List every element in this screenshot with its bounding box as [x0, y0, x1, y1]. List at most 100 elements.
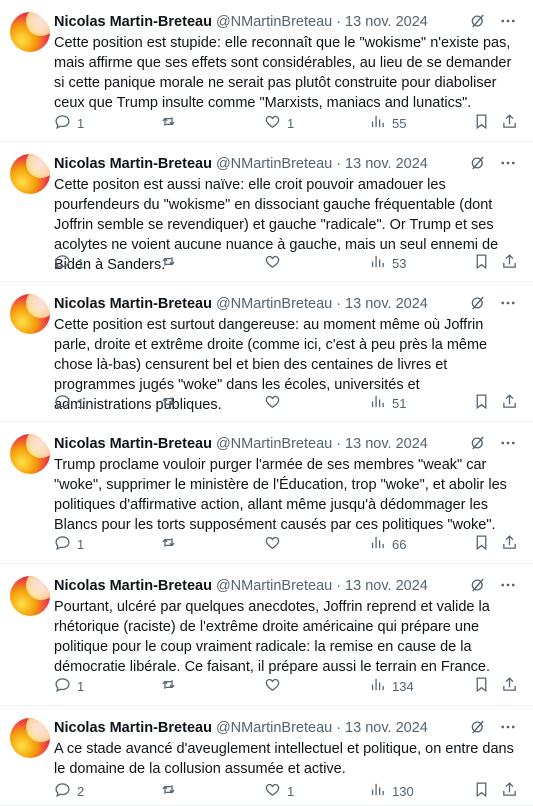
retweet-button[interactable] [160, 113, 183, 133]
like-button[interactable] [264, 253, 287, 273]
grok-icon[interactable] [469, 718, 487, 736]
author-handle[interactable]: @NMartinBreteau [216, 578, 332, 594]
heart-icon [264, 781, 281, 801]
avatar[interactable] [10, 718, 50, 758]
tweet-date[interactable]: 13 nov. 2024 [345, 156, 428, 172]
like-button[interactable] [264, 534, 287, 554]
tweet[interactable]: Nicolas Martin-Breteau @NMartinBreteau ·… [0, 564, 533, 706]
grok-icon[interactable] [469, 434, 487, 452]
retweet-button[interactable] [160, 393, 183, 413]
more-icon[interactable] [499, 576, 517, 594]
tweet-header: Nicolas Martin-Breteau @NMartinBreteau ·… [54, 576, 523, 596]
more-icon[interactable] [499, 718, 517, 736]
like-button[interactable]: 1 [264, 113, 294, 133]
avatar[interactable] [10, 434, 50, 474]
share-button[interactable] [501, 113, 518, 133]
reply-button[interactable]: 1 [54, 113, 84, 133]
tweet-date[interactable]: 13 nov. 2024 [345, 14, 428, 30]
views-button[interactable]: 130 [369, 781, 414, 801]
bookmark-button[interactable] [473, 781, 490, 801]
author-handle[interactable]: @NMartinBreteau [216, 14, 332, 30]
bookmark-icon [473, 393, 490, 413]
author-handle[interactable]: @NMartinBreteau [216, 720, 332, 736]
tweet[interactable]: Nicolas Martin-Breteau @NMartinBreteau ·… [0, 706, 533, 806]
retweet-button[interactable] [160, 781, 183, 801]
header-icons [469, 576, 517, 594]
like-button[interactable]: 1 [264, 781, 294, 801]
grok-icon[interactable] [469, 154, 487, 172]
grok-icon[interactable] [469, 12, 487, 30]
share-button[interactable] [501, 393, 518, 413]
retweet-button[interactable] [160, 253, 183, 273]
tweet-date[interactable]: 13 nov. 2024 [345, 578, 428, 594]
views-button[interactable]: 55 [369, 113, 406, 133]
bookmark-button[interactable] [473, 253, 490, 273]
tweet[interactable]: Nicolas Martin-Breteau @NMartinBreteau ·… [0, 282, 533, 422]
views-icon [369, 534, 386, 554]
reply-button[interactable]: 1 [54, 253, 84, 273]
bookmark-button[interactable] [473, 676, 490, 696]
tweet-date[interactable]: 13 nov. 2024 [345, 436, 428, 452]
views-count: 130 [392, 783, 414, 799]
tweet-text: Pourtant, ulcéré par quelques anecdotes,… [54, 599, 491, 675]
like-button[interactable] [264, 393, 287, 413]
author-name[interactable]: Nicolas Martin-Breteau [54, 14, 212, 30]
author-name[interactable]: Nicolas Martin-Breteau [54, 720, 212, 736]
retweet-icon [160, 534, 177, 554]
reply-count: 2 [77, 783, 85, 799]
reply-icon [54, 113, 71, 133]
reply-count: 1 [77, 536, 85, 552]
avatar[interactable] [10, 12, 50, 52]
bookmark-icon [473, 253, 490, 273]
author-handle[interactable]: @NMartinBreteau [216, 296, 332, 312]
bookmark-button[interactable] [473, 534, 490, 554]
tweet[interactable]: Nicolas Martin-Breteau @NMartinBreteau ·… [0, 422, 533, 564]
reply-count: 1 [77, 395, 85, 411]
views-button[interactable]: 66 [369, 534, 406, 554]
tweet-date[interactable]: 13 nov. 2024 [345, 296, 428, 312]
author-handle[interactable]: @NMartinBreteau [216, 436, 332, 452]
author-name[interactable]: Nicolas Martin-Breteau [54, 578, 212, 594]
reply-button[interactable]: 1 [54, 393, 84, 413]
avatar[interactable] [10, 294, 50, 334]
tweet[interactable]: Nicolas Martin-Breteau @NMartinBreteau ·… [0, 0, 533, 142]
more-icon[interactable] [499, 154, 517, 172]
reply-icon [54, 676, 71, 696]
author-name[interactable]: Nicolas Martin-Breteau [54, 156, 212, 172]
author-name[interactable]: Nicolas Martin-Breteau [54, 296, 212, 312]
author-name[interactable]: Nicolas Martin-Breteau [54, 436, 212, 452]
tweet[interactable]: Nicolas Martin-Breteau @NMartinBreteau ·… [0, 142, 533, 282]
bookmark-button[interactable] [473, 393, 490, 413]
share-button[interactable] [501, 781, 518, 801]
reply-button[interactable]: 2 [54, 781, 84, 801]
views-button[interactable]: 53 [369, 253, 406, 273]
avatar[interactable] [10, 576, 50, 616]
more-icon[interactable] [499, 434, 517, 452]
more-icon[interactable] [499, 294, 517, 312]
grok-icon[interactable] [469, 294, 487, 312]
reply-button[interactable]: 1 [54, 676, 84, 696]
grok-icon[interactable] [469, 576, 487, 594]
share-button[interactable] [501, 676, 518, 696]
separator-dot: · [336, 578, 342, 594]
reply-count: 1 [77, 678, 85, 694]
like-button[interactable] [264, 676, 287, 696]
bookmark-button[interactable] [473, 113, 490, 133]
reply-count: 1 [77, 115, 85, 131]
share-button[interactable] [501, 253, 518, 273]
bookmark-icon [473, 676, 490, 696]
views-button[interactable]: 134 [369, 676, 414, 696]
action-bar: 1 51 [54, 393, 521, 413]
avatar[interactable] [10, 154, 50, 194]
separator-dot: · [336, 720, 342, 736]
tweet-text: A ce stade avancé d'aveuglement intellec… [54, 741, 514, 777]
tweet-date[interactable]: 13 nov. 2024 [345, 720, 428, 736]
views-button[interactable]: 51 [369, 393, 406, 413]
author-handle[interactable]: @NMartinBreteau [216, 156, 332, 172]
retweet-button[interactable] [160, 534, 183, 554]
reply-button[interactable]: 1 [54, 534, 84, 554]
retweet-button[interactable] [160, 676, 183, 696]
share-button[interactable] [501, 534, 518, 554]
like-count: 1 [287, 783, 295, 799]
more-icon[interactable] [499, 12, 517, 30]
